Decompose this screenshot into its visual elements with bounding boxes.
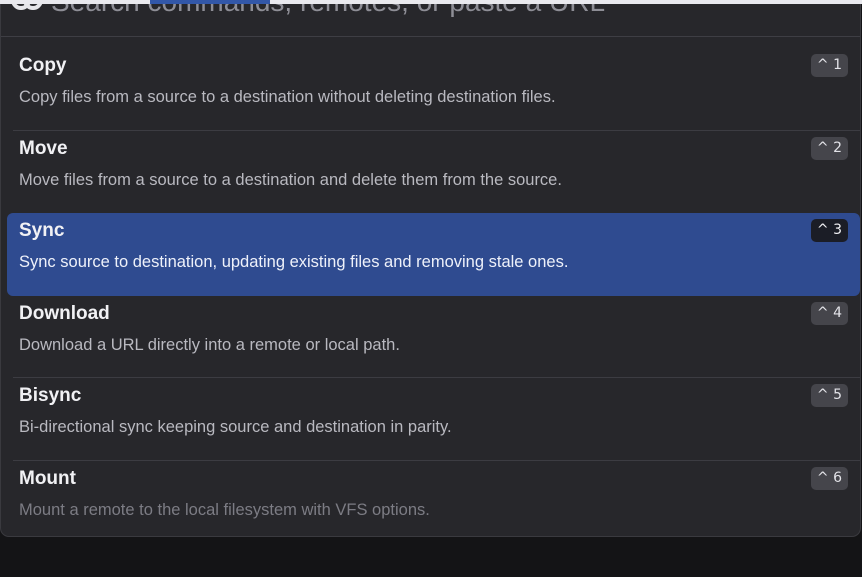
command-description: Sync source to destination, updating exi… xyxy=(19,253,569,271)
command-description: Bi-directional sync keeping source and d… xyxy=(19,418,452,436)
command-description: Download a URL directly into a remote or… xyxy=(19,335,400,354)
command-title: Bisync xyxy=(19,385,82,406)
command-item-move[interactable]: Move ^ 2 Move files from a source to a d… xyxy=(7,131,860,214)
command-description: Move files from a source to a destinatio… xyxy=(19,170,562,189)
command-title: Sync xyxy=(19,220,65,241)
command-item-sync[interactable]: Sync ^ 3 Sync source to destination, upd… xyxy=(7,213,860,296)
command-item-bisync[interactable]: Bisync ^ 5 Bi-directional sync keeping s… xyxy=(7,378,860,461)
search-row xyxy=(1,0,860,37)
window-top-edge xyxy=(0,0,862,4)
command-palette: Copy ^ 1 Copy files from a source to a d… xyxy=(0,0,861,537)
shortcut-badge: ^ 3 xyxy=(810,219,848,242)
command-list: Copy ^ 1 Copy files from a source to a d… xyxy=(7,48,860,537)
shortcut-badge: ^ 6 xyxy=(810,466,848,490)
command-title: Download xyxy=(19,302,110,324)
command-description: Copy files from a source to a destinatio… xyxy=(19,88,556,106)
shortcut-badge: ^ 5 xyxy=(810,384,848,407)
shortcut-badge: ^ 1 xyxy=(810,54,848,77)
shortcut-badge: ^ 2 xyxy=(810,136,848,160)
command-description: Mount a remote to the local filesystem w… xyxy=(19,500,430,519)
command-title: Copy xyxy=(19,55,67,76)
active-tab-accent xyxy=(150,0,270,4)
command-title: Mount xyxy=(19,467,76,489)
command-title: Move xyxy=(19,137,68,159)
command-item-download[interactable]: Download ^ 4 Download a URL directly int… xyxy=(7,296,860,379)
shortcut-badge: ^ 4 xyxy=(810,301,848,325)
command-item-mount[interactable]: Mount ^ 6 Mount a remote to the local fi… xyxy=(7,461,860,537)
command-item-copy[interactable]: Copy ^ 1 Copy files from a source to a d… xyxy=(7,48,860,131)
